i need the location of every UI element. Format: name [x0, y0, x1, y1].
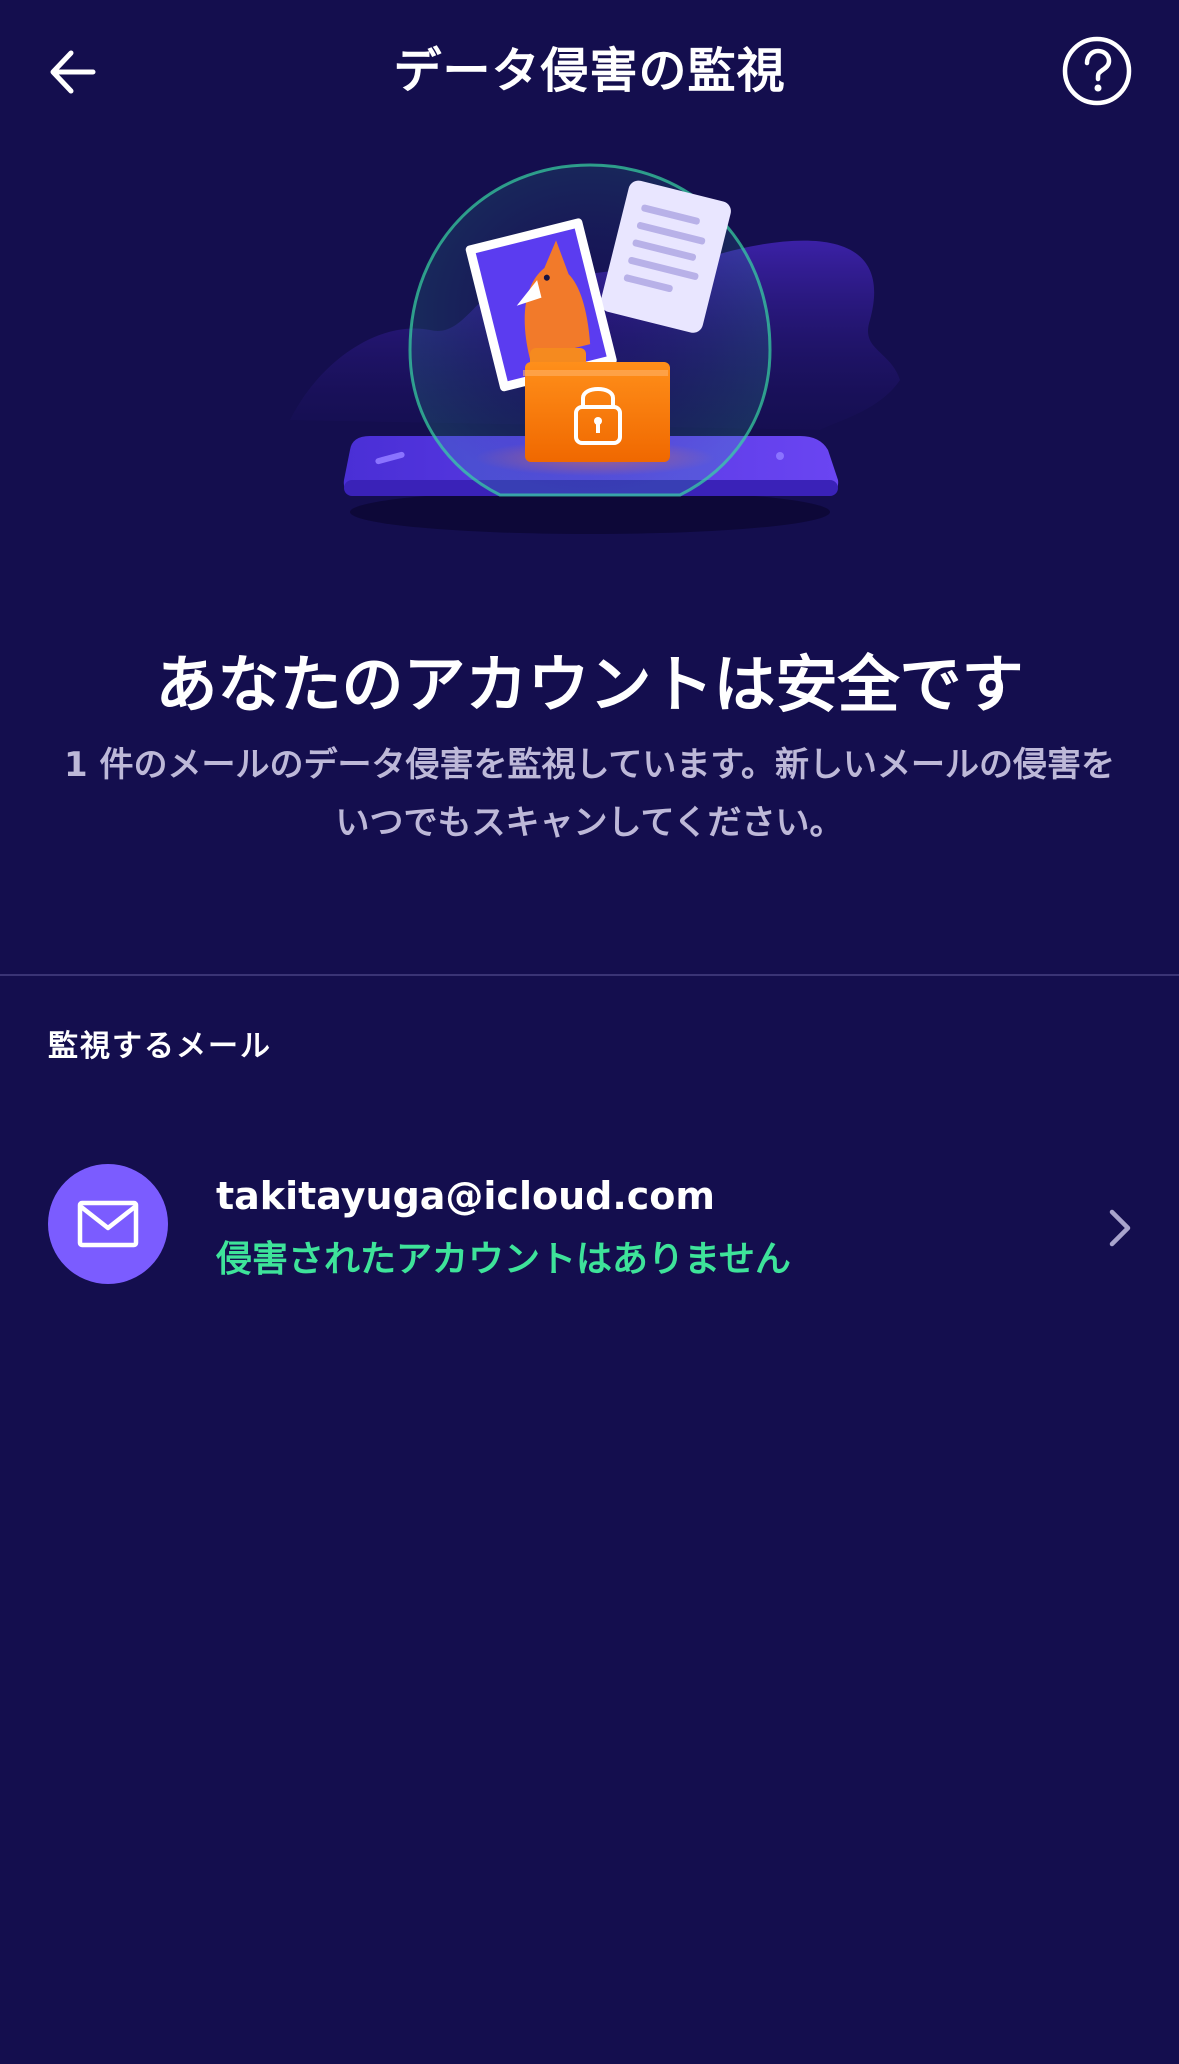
email-breach-status: 侵害されたアカウントはありません — [216, 1239, 791, 1280]
top-bar: データ侵害の監視 — [0, 0, 1179, 140]
hero-illustration — [280, 150, 900, 550]
monitored-emails-label: 監視するメール — [48, 1029, 272, 1064]
help-button[interactable] — [1060, 34, 1134, 108]
status-description: 1 件のメールのデータ侵害を監視しています。新しいメールの侵害をいつでもスキャン… — [63, 745, 1116, 843]
section-divider — [0, 974, 1179, 976]
mail-icon — [77, 1200, 139, 1248]
email-avatar — [48, 1164, 168, 1284]
status-headline: あなたのアカウントは安全です — [155, 648, 1024, 721]
folder-lock-icon — [523, 348, 670, 462]
phone-shadow — [350, 490, 830, 534]
chevron-right-icon — [1109, 1209, 1131, 1247]
page-title: データ侵害の監視 — [393, 43, 786, 99]
email-address: takitayuga@icloud.com — [216, 1174, 716, 1218]
question-circle-icon — [1062, 36, 1132, 106]
monitored-email-row[interactable]: takitayuga@icloud.com 侵害されたアカウントはありません — [0, 1148, 1179, 1306]
